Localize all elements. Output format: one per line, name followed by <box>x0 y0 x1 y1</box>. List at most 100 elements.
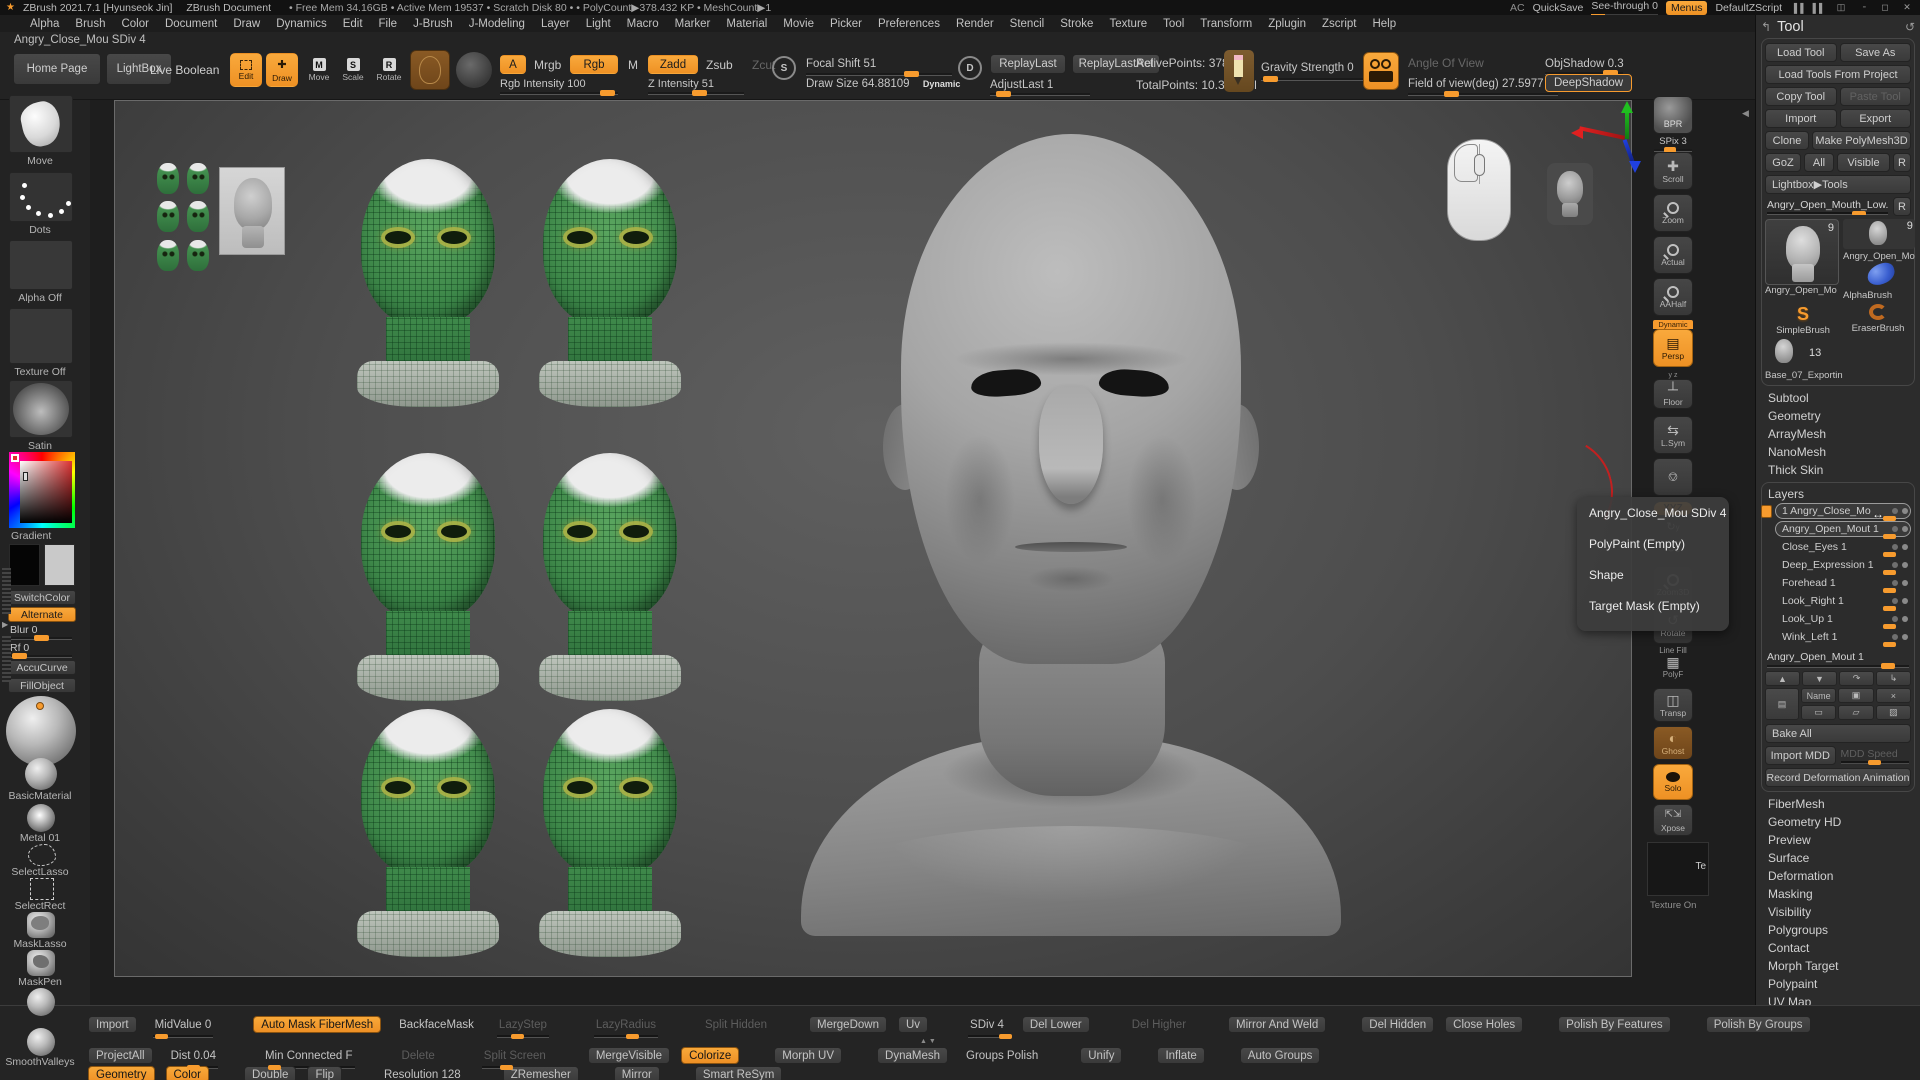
z-intensity-slider[interactable]: Z Intensity 51 <box>648 76 744 94</box>
layer-row[interactable]: Forehead 1 <box>1775 575 1911 591</box>
layer-rename-button[interactable]: Name <box>1801 688 1836 703</box>
right-shelf-transp[interactable]: ◫Transp <box>1648 688 1698 722</box>
export-button[interactable]: Export <box>1840 109 1912 128</box>
right-shelf-floor[interactable]: y z ┴Floor <box>1648 372 1698 409</box>
layer-move-up-button[interactable]: ▲ <box>1765 671 1800 686</box>
subpalette-header[interactable]: Masking <box>1761 885 1915 903</box>
mini-head-thumb[interactable] <box>187 163 209 194</box>
paint-a-button[interactable]: A <box>500 55 526 74</box>
bottom-bar-button[interactable]: Split Screen <box>477 1047 553 1064</box>
layer-new-button[interactable]: ▤ <box>1765 688 1799 720</box>
layer-eye-icon[interactable] <box>1902 598 1908 604</box>
layer-eye-icon[interactable] <box>1902 562 1908 568</box>
home-page-button[interactable]: Home Page <box>13 53 101 85</box>
layer-duplicate-button[interactable]: ▣ <box>1838 688 1873 703</box>
mask-pen-thumb[interactable] <box>27 950 55 976</box>
base-tool-thumb[interactable] <box>1765 339 1805 367</box>
camera-view-button[interactable] <box>1363 52 1399 90</box>
goz-visible-button[interactable]: Visible <box>1837 153 1890 172</box>
layer-flatten-button[interactable]: ▨ <box>1876 705 1911 720</box>
recent-tool-thumb[interactable]: 9 <box>1843 219 1915 249</box>
menu-item[interactable]: Layer <box>533 17 578 31</box>
load-tools-from-project-button[interactable]: Load Tools From Project <box>1765 65 1911 84</box>
right-shelf-bpr[interactable]: BPR <box>1648 96 1698 134</box>
bottom-bar-button[interactable]: Auto Groups <box>1240 1047 1321 1064</box>
focal-shift-slider[interactable]: Focal Shift 51 <box>806 56 952 75</box>
clone-button[interactable]: Clone <box>1765 131 1809 150</box>
scale-button[interactable]: SScale <box>338 53 368 87</box>
rf-slider[interactable]: Rf 0 <box>10 642 72 657</box>
default-zscript-button[interactable]: DefaultZScript <box>1715 2 1782 14</box>
adjust-icon[interactable]: D <box>958 56 982 80</box>
menu-item[interactable]: Edit <box>335 17 371 31</box>
replay-last-button[interactable]: ReplayLast <box>990 54 1066 74</box>
see-through-slider[interactable]: See-through 0 <box>1591 0 1658 16</box>
left-tray-arrow-icon[interactable]: ▶ <box>2 620 8 629</box>
document-canvas[interactable] <box>114 100 1632 977</box>
layer-row[interactable]: Look_Up 1 <box>1775 611 1911 627</box>
eraserbrush-icon[interactable] <box>1869 304 1887 320</box>
fill-object-button[interactable]: FillObject <box>8 678 76 693</box>
subpalette-header[interactable]: Deformation <box>1761 867 1915 885</box>
layer-eye-icon[interactable] <box>1902 616 1908 622</box>
subpalette-header[interactable]: Polypaint <box>1761 975 1915 993</box>
right-shelf-scroll[interactable]: ✚Scroll <box>1648 152 1698 190</box>
import-mdd-button[interactable]: Import MDD <box>1765 746 1836 765</box>
rgb-intensity-slider[interactable]: Rgb Intensity 100 <box>500 76 618 94</box>
right-shelf-ghost[interactable]: ◐Ghost <box>1648 726 1698 760</box>
save-as-button[interactable]: Save As <box>1840 43 1912 62</box>
bottom-bar-button[interactable]: Resolution 128 <box>377 1066 468 1080</box>
layer-row[interactable]: Angry_Open_Mout 1 <box>1775 521 1911 537</box>
gravity-direction-button[interactable] <box>1224 50 1254 92</box>
minimize-button[interactable]: ╶ <box>1856 2 1870 13</box>
blur-slider[interactable]: Blur 0 <box>10 624 72 639</box>
right-shelf-lsym[interactable]: ⇆L.Sym <box>1648 416 1698 454</box>
bake-all-button[interactable]: Bake All <box>1765 724 1911 743</box>
layers-subpalette-header[interactable]: Layers <box>1765 485 1911 503</box>
subpalette-header[interactable]: Geometry HD <box>1761 813 1915 831</box>
obj-shadow-slider[interactable]: ObjShadow 0.3 <box>1545 56 1624 74</box>
menu-item[interactable]: Render <box>948 17 1002 31</box>
bottom-bar-button[interactable]: Dist 0.04 <box>164 1047 223 1064</box>
goz-all-button[interactable]: All <box>1804 153 1834 172</box>
subpalette-header[interactable]: Thick Skin <box>1761 461 1915 479</box>
layer-eye-icon[interactable] <box>1902 634 1908 640</box>
bottom-bar-button[interactable]: MidValue 0 <box>148 1016 219 1033</box>
menu-item[interactable]: J-Brush <box>405 17 461 31</box>
alphabrush-thumb[interactable] <box>1843 264 1915 288</box>
goz-r-button[interactable]: R <box>1893 153 1911 172</box>
layer-row[interactable]: Wink_Left 1 <box>1775 629 1911 645</box>
bottom-bar-button[interactable]: MergeDown <box>809 1016 887 1033</box>
dynamic-subdiv-icon[interactable] <box>456 52 492 88</box>
close-button[interactable]: ✕ <box>1900 2 1914 13</box>
bottom-bar-button[interactable]: Min Connected F <box>258 1047 360 1064</box>
right-shelf-polyf[interactable]: Line Fill ▦ PolyF <box>1648 646 1698 679</box>
mdd-speed-slider[interactable]: MDD Speed <box>1839 746 1912 765</box>
select-lasso-icon[interactable] <box>28 844 56 866</box>
menu-item[interactable]: J-Modeling <box>461 17 533 31</box>
subtool-mini-grid[interactable] <box>157 163 213 275</box>
lightbox-tools-button[interactable]: Lightbox▶Tools <box>1765 175 1911 194</box>
menu-item[interactable]: Document <box>157 17 225 31</box>
menu-item[interactable]: Draw <box>225 17 268 31</box>
bottom-bar-button[interactable]: ZRemesher <box>503 1066 579 1080</box>
layer-split-button[interactable]: ↷ <box>1839 671 1874 686</box>
bottom-bar-button[interactable]: Colorize <box>681 1047 739 1064</box>
texture-preview-thumb[interactable]: Te <box>1647 842 1709 896</box>
bottom-bar-button[interactable]: BackfaceMask <box>392 1016 481 1033</box>
bottom-bar-button[interactable]: Del Higher <box>1125 1016 1193 1033</box>
menu-item[interactable]: Light <box>578 17 619 31</box>
current-stroke-thumb[interactable] <box>9 172 73 222</box>
menu-item[interactable]: Color <box>113 17 156 31</box>
menu-item[interactable]: Transform <box>1192 17 1260 31</box>
menu-item[interactable]: Preferences <box>870 17 948 31</box>
restore-button[interactable]: ◻ <box>1878 2 1892 13</box>
bottom-bar-button[interactable]: Mirror And Weld <box>1228 1016 1326 1033</box>
layer-row[interactable]: Look_Right 1 <box>1775 593 1911 609</box>
make-polymesh3d-button[interactable]: Make PolyMesh3D <box>1812 131 1911 150</box>
right-shelf-actual[interactable]: Actual <box>1648 236 1698 274</box>
current-brush-thumb[interactable] <box>9 95 73 153</box>
bottom-bar-button[interactable]: Import <box>88 1016 137 1033</box>
active-tool-slider[interactable]: Angry_Open_Mouth_Low. 50 <box>1765 198 1890 215</box>
zsub-button[interactable]: Zsub <box>706 58 733 72</box>
